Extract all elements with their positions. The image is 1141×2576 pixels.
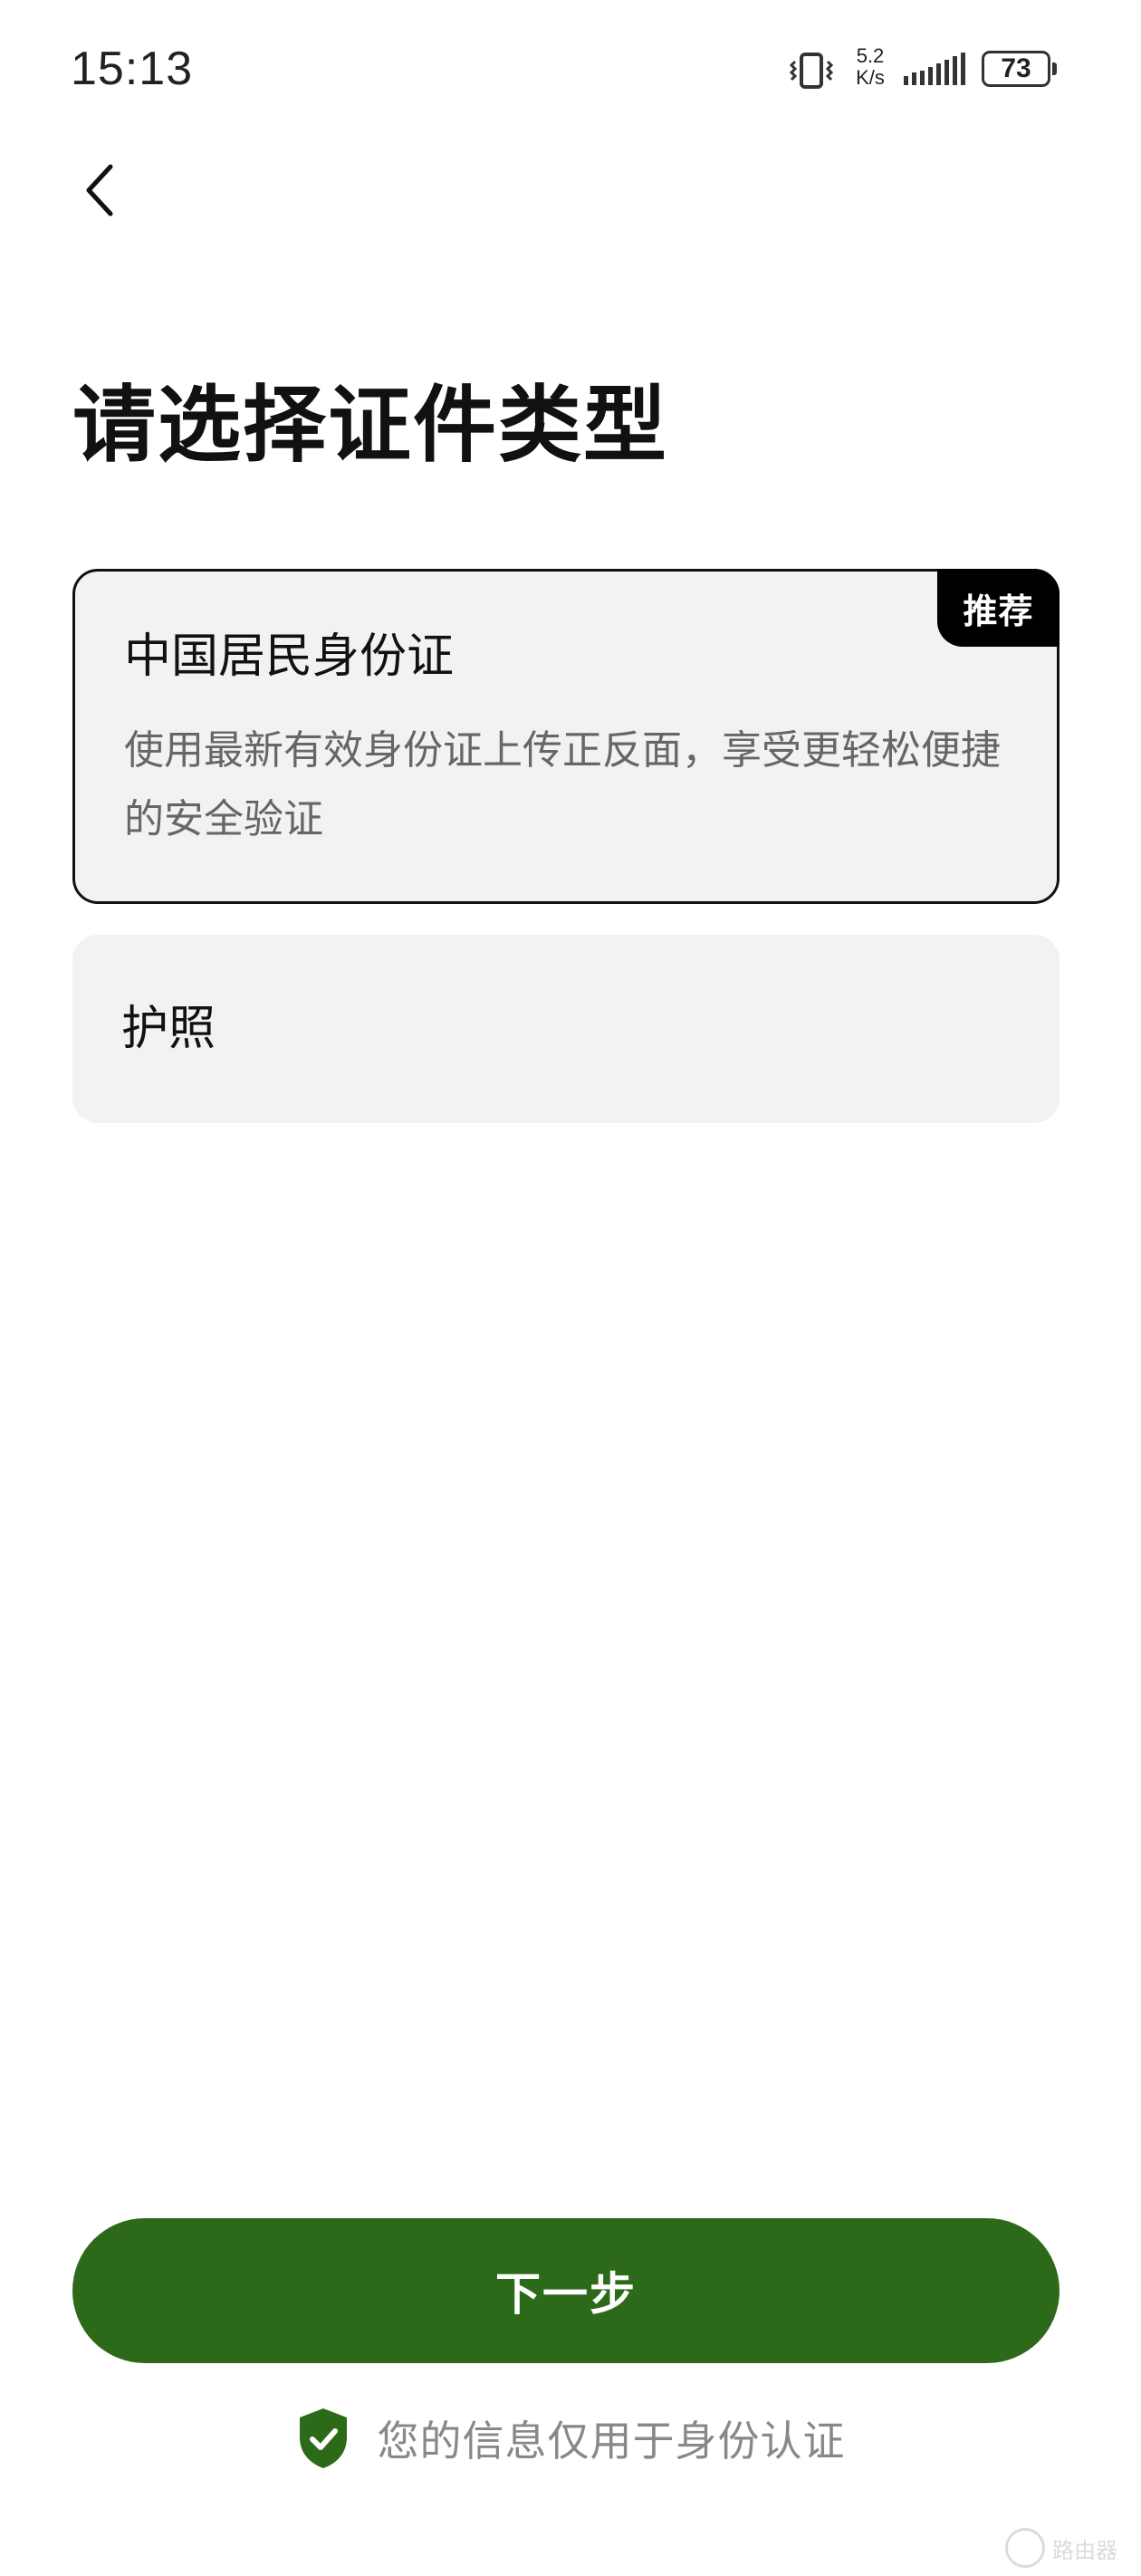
network-speed-unit: K/s bbox=[856, 66, 885, 89]
watermark-logo: 路由器 bbox=[1005, 2525, 1132, 2571]
chevron-left-icon bbox=[86, 164, 113, 216]
watermark-text: 路由器 bbox=[1052, 2537, 1117, 2563]
back-button[interactable] bbox=[63, 154, 136, 226]
battery-icon: 73 bbox=[982, 51, 1058, 89]
network-speed-value: 5.2 bbox=[856, 44, 885, 67]
option-card-passport[interactable]: 护照 bbox=[72, 935, 1060, 1123]
network-speed: 5.2 K/s bbox=[848, 45, 893, 89]
privacy-text: 您的信息仅用于身份认证 bbox=[377, 2417, 846, 2465]
watermark-circle-icon bbox=[1005, 2528, 1045, 2568]
battery-level: 73 bbox=[1001, 53, 1031, 83]
option-title: 护照 bbox=[121, 1002, 216, 1056]
status-time: 15:13 bbox=[71, 43, 194, 95]
page-title: 请选择证件类型 bbox=[72, 377, 669, 474]
signal-icon bbox=[904, 53, 965, 85]
recommend-badge: 推荐 bbox=[937, 569, 1060, 647]
option-description: 使用最新有效身份证上传正反面，享受更轻松便捷的安全验证 bbox=[124, 727, 1001, 842]
option-card-id-card[interactable]: 推荐 中国居民身份证 使用最新有效身份证上传正反面，享受更轻松便捷的安全验证 bbox=[72, 569, 1060, 904]
shield-check-icon bbox=[299, 2408, 347, 2468]
vibrate-icon bbox=[789, 53, 834, 89]
next-button[interactable]: 下一步 bbox=[72, 2218, 1060, 2363]
privacy-note: 您的信息仅用于身份认证 bbox=[0, 2402, 1141, 2475]
status-bar: 15:13 5.2 K/s 73 bbox=[0, 0, 1141, 136]
option-title: 中国居民身份证 bbox=[124, 630, 455, 684]
